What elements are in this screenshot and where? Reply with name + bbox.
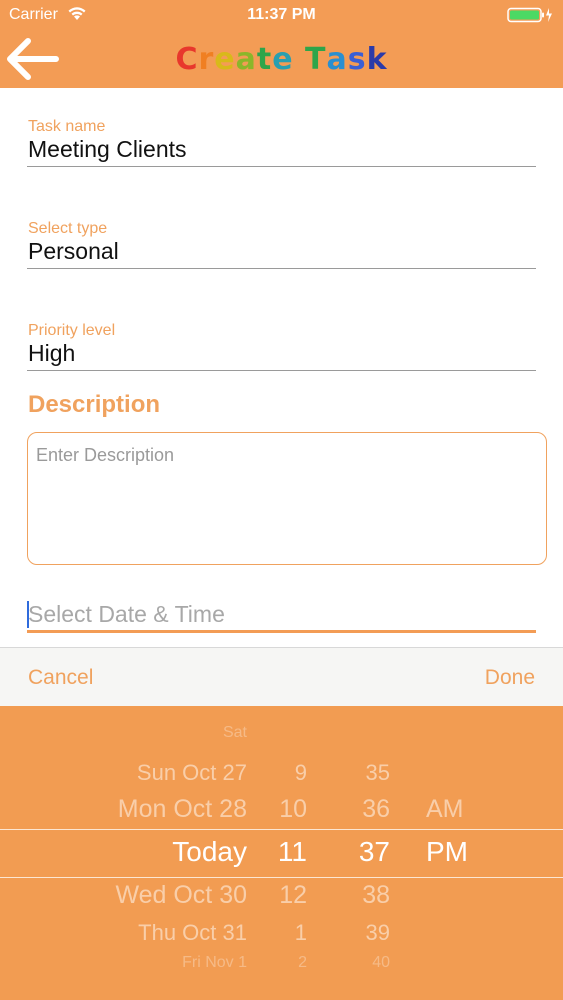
picker-date-cell: Today [172,836,247,868]
picker-date-cell: Fri Nov 1 [182,954,247,972]
title-letter: e [214,42,236,77]
picker-row[interactable]: Thu Oct 31 1 39 [0,920,563,948]
picker-date-cell: Sat [222,724,247,742]
picker-hour-cell: 10 [279,795,307,823]
picker-row[interactable]: Fri Nov 1 2 40 [0,954,563,974]
picker-date-cell: Mon Oct 28 [117,795,247,823]
status-bar: Carrier 11:37 PM [0,0,563,30]
task-name-value: Meeting Clients [28,136,187,162]
title-letter: a [326,42,348,77]
picker-row[interactable]: Today 11 37 PM [0,836,563,871]
picker-row[interactable]: Sat [0,724,563,744]
text-caret [27,601,29,628]
title-letter: k [366,42,388,77]
date-time-field[interactable]: Select Date & Time [27,598,536,633]
select-type-label: Select type [28,220,108,237]
description-heading: Description [28,391,161,418]
picker-minute-cell: 37 [358,836,390,868]
battery-icon [507,7,552,23]
done-button[interactable]: Done [485,666,535,690]
picker-date-cell: Wed Oct 30 [115,881,247,909]
title-letter: C [175,42,199,77]
task-name-label: Task name [28,118,106,135]
title-letter: T [305,42,327,77]
description-textarea[interactable]: Enter Description [27,432,547,565]
picker-row[interactable]: Wed Oct 30 12 38 [0,881,563,912]
priority-field[interactable]: Priority level High [27,322,536,371]
picker-date-cell: Sun Oct 27 [136,759,247,785]
select-type-value: Personal [28,238,119,264]
title-letter: e [272,42,294,77]
title-letter: t [256,42,273,77]
picker-hour-cell: 11 [277,836,307,868]
select-type-field[interactable]: Select type Personal [27,220,536,269]
title-letter: a [235,42,257,77]
picker-hour-cell: 1 [294,919,307,945]
picker-date-cell: Thu Oct 31 [138,919,247,945]
date-time-placeholder: Select Date & Time [28,601,225,627]
picker-minute-cell: 36 [362,795,390,823]
priority-label: Priority level [28,322,116,339]
picker-hour-cell: 9 [294,759,307,785]
task-name-field[interactable]: Task name Meeting Clients [27,118,536,167]
cancel-button[interactable]: Cancel [28,666,93,690]
title-letter: r [198,42,215,77]
date-time-picker[interactable]: Sat Sun Oct 27 9 35 Mon Oct 28 10 36 AM Today 11 3… [0,706,563,1000]
picker-ampm-cell: AM [426,795,464,823]
picker-row[interactable]: Sun Oct 27 9 35 [0,760,563,788]
priority-value: High [28,340,76,366]
page-title: Create Task [0,42,563,77]
picker-minute-cell: 39 [365,919,390,945]
picker-hour-cell: 12 [279,881,307,909]
clock: 11:37 PM [247,6,316,23]
picker-minute-cell: 35 [365,759,390,785]
picker-minute-cell: 40 [372,954,390,972]
title-letter: s [347,42,367,77]
picker-ampm-cell: PM [426,836,468,868]
description-placeholder: Enter Description [36,445,175,465]
title-letter [294,42,305,77]
picker-row[interactable]: Mon Oct 28 10 36 AM [0,795,563,826]
picker-toolbar: Cancel Done [0,647,563,707]
navigation-bar: Create Task [0,30,563,88]
picker-hour-cell: 2 [298,954,307,972]
picker-minute-cell: 38 [362,881,390,909]
